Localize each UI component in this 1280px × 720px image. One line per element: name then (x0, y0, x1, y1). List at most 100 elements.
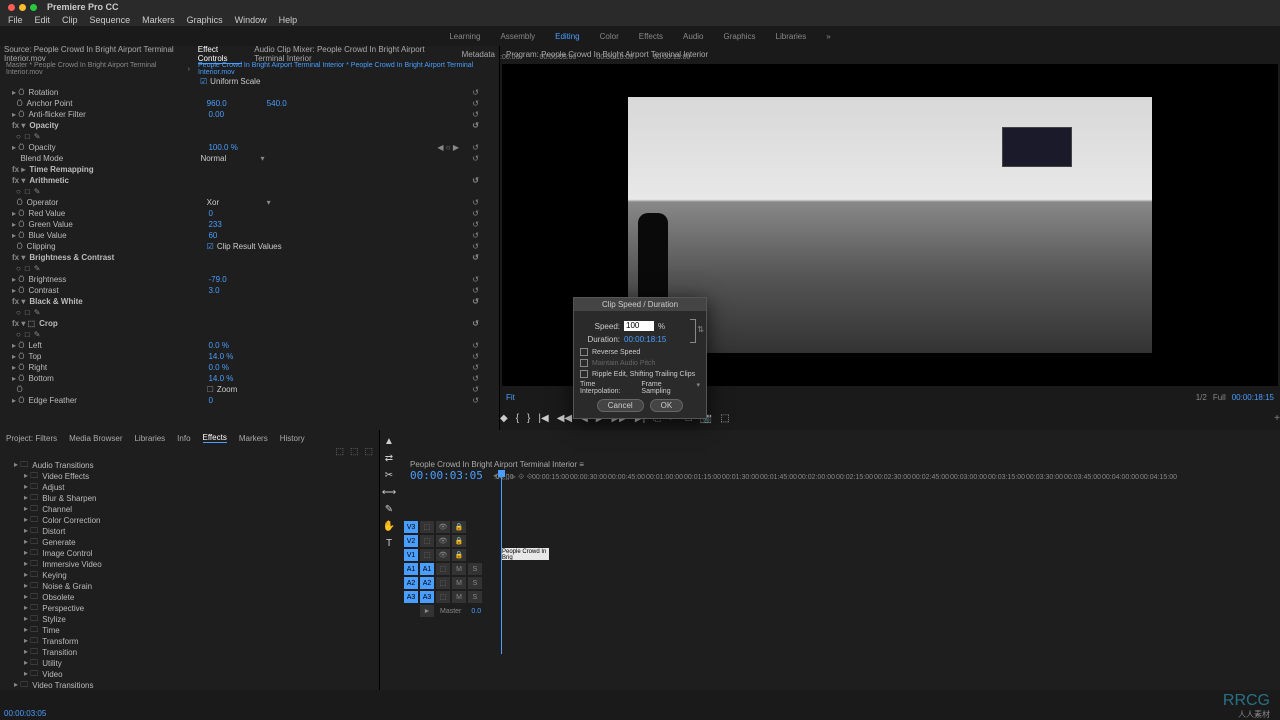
folder-item[interactable]: ▸ 🗀Channel (8, 504, 379, 515)
menu-edit[interactable]: Edit (35, 15, 51, 25)
folder-item[interactable]: ▸ 🗀Color Correction (8, 515, 379, 526)
menu-file[interactable]: File (8, 15, 23, 25)
playhead[interactable] (501, 474, 502, 654)
ec-brightness[interactable]: ▸ ÖBrightness-79.0↺ (0, 274, 499, 285)
folder-item[interactable]: ▸ 🗀Video Transitions (8, 680, 379, 690)
menu-clip[interactable]: Clip (62, 15, 78, 25)
ec-arith-icons[interactable]: ○□✎ (0, 186, 499, 197)
speed-input[interactable]: 100 (624, 321, 654, 331)
reverse-checkbox[interactable]: Reverse Speed (580, 348, 700, 356)
marker-icon[interactable]: ◆ (500, 413, 508, 424)
master-track[interactable]: ►Master0.0 (404, 604, 484, 618)
min-dot[interactable] (19, 4, 26, 11)
ec-opacity-icons[interactable]: ○□✎ (0, 131, 499, 142)
menu-sequence[interactable]: Sequence (90, 15, 131, 25)
folder-item[interactable]: ▸ 🗀Utility (8, 658, 379, 669)
folder-item[interactable]: ▸ 🗀Audio Transitions (8, 460, 379, 471)
ec-green[interactable]: ▸ ÖGreen Value233↺ (0, 219, 499, 230)
folder-item[interactable]: ▸ 🗀Adjust (8, 482, 379, 493)
out-icon[interactable]: } (527, 413, 530, 424)
folder-item[interactable]: ▸ 🗀Video Effects (8, 471, 379, 482)
tab-metadata[interactable]: Metadata (462, 50, 495, 59)
in-icon[interactable]: { (516, 413, 519, 424)
timeline-timecode[interactable]: 00:00:03:05 (410, 469, 483, 482)
folder-item[interactable]: ▸ 🗀Image Control (8, 548, 379, 559)
ec-timeremap[interactable]: fx ▸Time Remapping (0, 164, 499, 175)
ws-assembly[interactable]: Assembly (500, 32, 535, 41)
folder-item[interactable]: ▸ 🗀Distort (8, 526, 379, 537)
timeline-tracks[interactable]: People Crowd In Bright Airport Terminal … (404, 460, 1280, 690)
ec-arithmetic[interactable]: fx ▾Arithmetic↺ (0, 175, 499, 186)
slip-tool-icon[interactable]: ⟷ (382, 487, 396, 498)
tab-libraries[interactable]: Libraries (134, 434, 165, 443)
tab-history[interactable]: History (280, 434, 305, 443)
ec-bw-icons[interactable]: ○□✎ (0, 307, 499, 318)
folder-item[interactable]: ▸ 🗀Time (8, 625, 379, 636)
ws-audio[interactable]: Audio (683, 32, 703, 41)
link-toggle-icon[interactable]: ⇅ (697, 325, 704, 334)
folder-item[interactable]: ▸ 🗀Blur & Sharpen (8, 493, 379, 504)
ec-blue[interactable]: ▸ ÖBlue Value60↺ (0, 230, 499, 241)
ec-left[interactable]: ▸ ÖLeft0.0 %↺ (0, 340, 499, 351)
menu-markers[interactable]: Markers (142, 15, 175, 25)
cancel-button[interactable]: Cancel (597, 399, 644, 412)
audio-track[interactable]: A2A2⬚MS (404, 576, 484, 590)
tab-info[interactable]: Info (177, 434, 190, 443)
tab-effects[interactable]: Effects (203, 433, 227, 443)
preset-icon[interactable]: ⬚ (335, 446, 344, 460)
ec-crop[interactable]: fx ▾ ⬚Crop↺ (0, 318, 499, 329)
max-dot[interactable] (30, 4, 37, 11)
ec-red[interactable]: ▸ ÖRed Value0↺ (0, 208, 499, 219)
ripple-checkbox[interactable]: Ripple Edit, Shifting Trailing Clips (580, 370, 700, 378)
selection-tool-icon[interactable]: ▲ (384, 436, 394, 447)
folder-item[interactable]: ▸ 🗀Generate (8, 537, 379, 548)
ws-overflow[interactable]: » (826, 32, 830, 41)
video-track[interactable]: V3⬚👁🔒 (404, 520, 484, 534)
duration-value[interactable]: 00:00:18:15 (624, 335, 666, 344)
res-full[interactable]: Full (1213, 393, 1226, 402)
ec-blendmode[interactable]: Blend ModeNormal▾↺ (0, 153, 499, 164)
menu-help[interactable]: Help (279, 15, 298, 25)
res-half[interactable]: 1/2 (1196, 393, 1207, 402)
ec-rotation[interactable]: ▸ ÖRotation↺ (0, 87, 499, 98)
audio-track[interactable]: A3A3⬚MS (404, 590, 484, 604)
ws-color[interactable]: Color (600, 32, 619, 41)
folder-item[interactable]: ▸ 🗀Noise & Grain (8, 581, 379, 592)
ec-brightcontrast[interactable]: fx ▾Brightness & Contrast↺ (0, 252, 499, 263)
folder-item[interactable]: ▸ 🗀Obsolete (8, 592, 379, 603)
tab-media[interactable]: Media Browser (69, 434, 122, 443)
close-dot[interactable] (8, 4, 15, 11)
timeline-ruler[interactable]: :00:0000:00:15:0000:00:30:0000:00:45:000… (494, 474, 1280, 486)
audio-track[interactable]: A1A1⬚MS (404, 562, 484, 576)
folder-item[interactable]: ▸ 🗀Perspective (8, 603, 379, 614)
folder-item[interactable]: ▸ 🗀Video (8, 669, 379, 680)
razor-tool-icon[interactable]: ✂ (385, 470, 393, 481)
menu-graphics[interactable]: Graphics (187, 15, 223, 25)
ec-opacity-group[interactable]: fx ▾Opacity↺ (0, 120, 499, 131)
ec-top[interactable]: ▸ ÖTop14.0 %↺ (0, 351, 499, 362)
tab-effect-controls[interactable]: Effect Controls (198, 45, 243, 64)
ec-anchor[interactable]: ÖAnchor Point960.0540.0↺ (0, 98, 499, 109)
ok-button[interactable]: OK (650, 399, 684, 412)
ws-learning[interactable]: Learning (449, 32, 480, 41)
preset-icon-2[interactable]: ⬚ (350, 446, 359, 460)
preset-icon-3[interactable]: ⬚ (364, 446, 373, 460)
ec-bottom[interactable]: ▸ ÖBottom14.0 %↺ (0, 373, 499, 384)
ec-bw[interactable]: fx ▾Black & White↺ (0, 296, 499, 307)
pen-tool-icon[interactable]: ✎ (385, 504, 393, 515)
ec-bc-icons[interactable]: ○□✎ (0, 263, 499, 274)
type-tool-icon[interactable]: T (386, 538, 392, 549)
folder-item[interactable]: ▸ 🗀Transform (8, 636, 379, 647)
timeline-clip[interactable]: People Crowd In Brig (501, 548, 549, 560)
step-back-icon[interactable]: ◀◀ (557, 413, 572, 424)
goto-in-icon[interactable]: |◀ (538, 413, 548, 424)
folder-item[interactable]: ▸ 🗀Keying (8, 570, 379, 581)
ec-right[interactable]: ▸ ÖRight0.0 %↺ (0, 362, 499, 373)
zoom-fit[interactable]: Fit (506, 393, 515, 402)
tab-markers[interactable]: Markers (239, 434, 268, 443)
tab-source[interactable]: Source: People Crowd In Bright Airport T… (4, 45, 186, 63)
ec-contrast[interactable]: ▸ ÖContrast3.0↺ (0, 285, 499, 296)
ec-edgefeather[interactable]: ▸ ÖEdge Feather0↺ (0, 395, 499, 406)
ws-graphics[interactable]: Graphics (724, 32, 756, 41)
comp-icon[interactable]: ⬚ (720, 413, 729, 424)
